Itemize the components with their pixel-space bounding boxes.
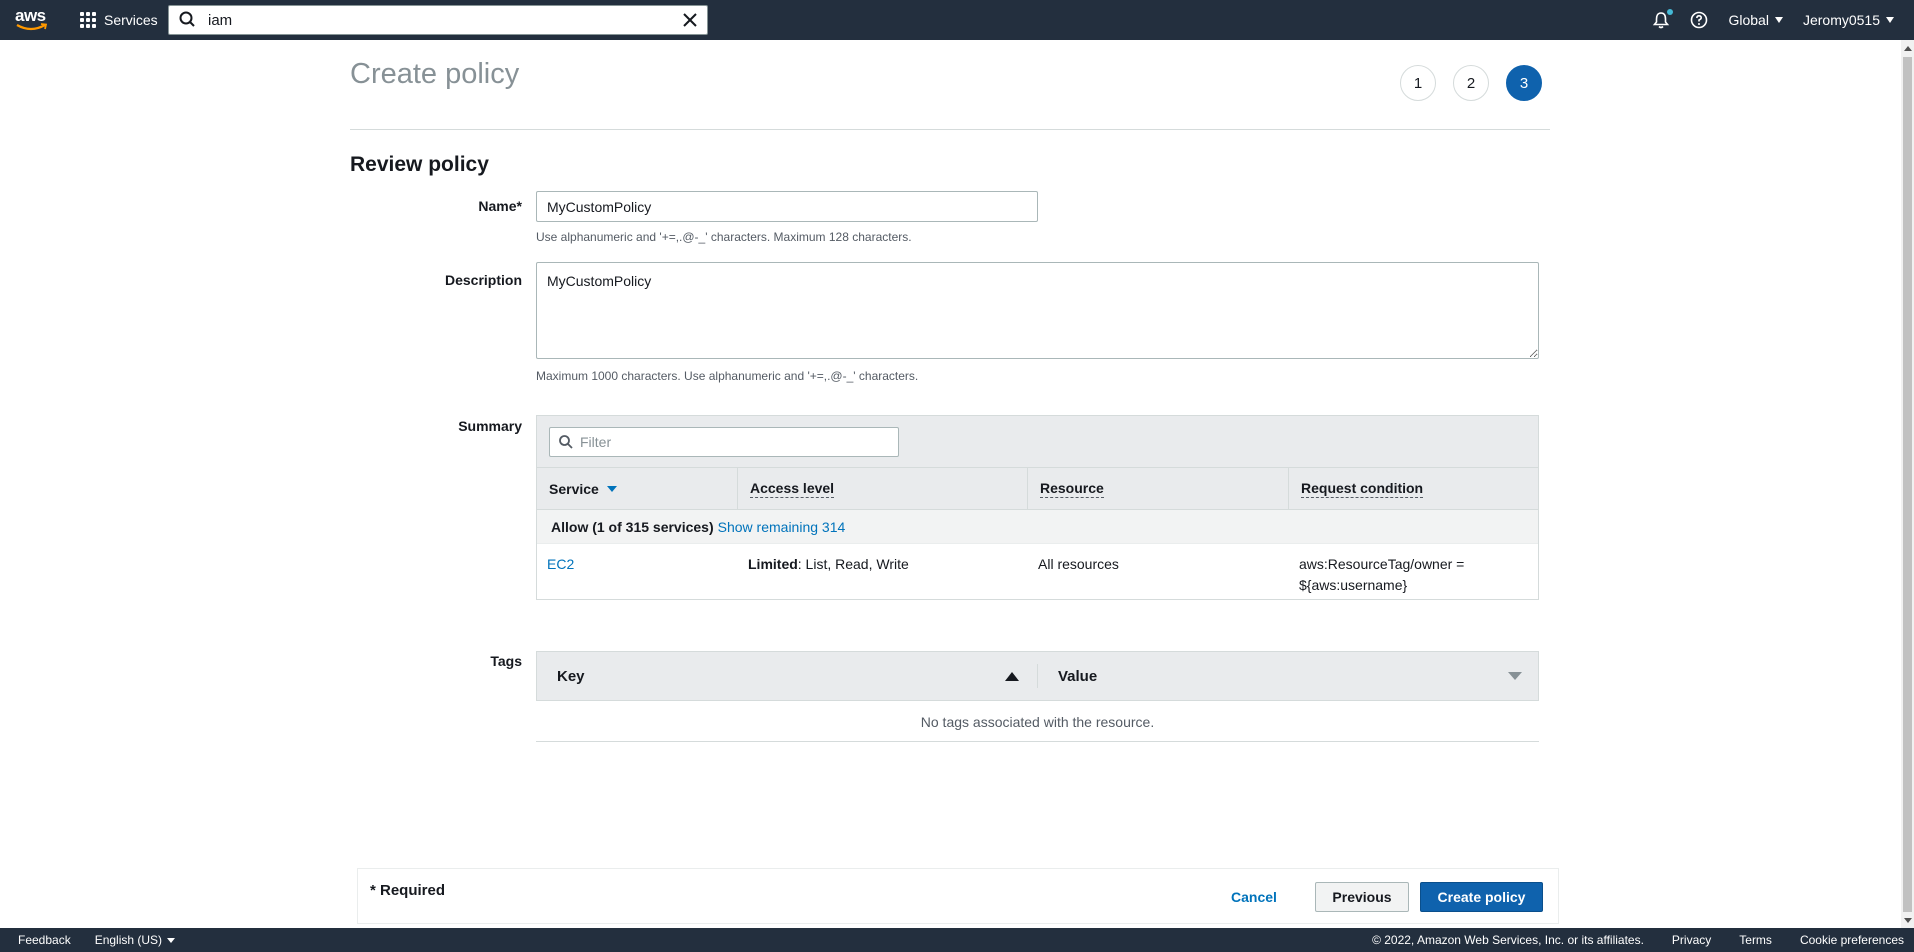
- help-icon: [1691, 11, 1708, 29]
- privacy-link[interactable]: Privacy: [1672, 933, 1711, 947]
- column-header-value-label: Value: [1058, 667, 1098, 685]
- footer-right-links: © 2022, Amazon Web Services, Inc. or its…: [1372, 928, 1914, 952]
- name-label: Name*: [478, 198, 522, 214]
- allow-group-label: Allow (1 of 315 services): [551, 518, 714, 535]
- tags-table-header: Key Value: [536, 651, 1539, 701]
- cancel-button[interactable]: Cancel: [1224, 882, 1284, 912]
- name-hint: Use alphanumeric and '+=,.@-_' character…: [536, 230, 912, 244]
- column-header-request-condition-label: Request condition: [1301, 480, 1424, 498]
- language-selector[interactable]: English (US): [94, 933, 176, 947]
- column-header-resource: Resource: [1028, 468, 1289, 510]
- required-note: * Required: [370, 882, 446, 899]
- summary-filter-input[interactable]: [580, 434, 890, 450]
- column-header-value[interactable]: Value: [1038, 652, 1538, 700]
- account-menu[interactable]: Jeromy0515: [1803, 12, 1894, 28]
- copyright-text: © 2022, Amazon Web Services, Inc. or its…: [1372, 933, 1644, 947]
- search-icon: [179, 11, 195, 27]
- summary-table-header: Service Access level Resource Request co…: [537, 468, 1538, 510]
- cookie-preferences-link[interactable]: Cookie preferences: [1800, 933, 1904, 947]
- footer-bar: Feedback English (US) © 2022, Amazon Web…: [0, 928, 1914, 952]
- allow-group-row: Allow (1 of 315 services) Show remaining…: [537, 510, 1538, 544]
- column-header-service-label: Service: [549, 481, 599, 497]
- sort-descending-icon: [606, 486, 617, 492]
- request-condition-cell: aws:ResourceTag/owner = ${aws:username}: [1289, 554, 1538, 596]
- sort-ascending-icon: [1005, 671, 1019, 681]
- request-condition-line-1: aws:ResourceTag/owner =: [1299, 556, 1465, 572]
- language-label: English (US): [94, 933, 163, 947]
- services-menu-button[interactable]: Services: [80, 0, 158, 40]
- description-hint: Maximum 1000 characters. Use alphanumeri…: [536, 369, 919, 383]
- scrollbar-thumb[interactable]: [1903, 57, 1912, 912]
- access-level-detail: : List, Read, Write: [797, 556, 909, 572]
- show-remaining-link[interactable]: Show remaining 314: [718, 519, 846, 535]
- tags-label: Tags: [490, 653, 522, 669]
- summary-label: Summary: [458, 418, 522, 434]
- region-selector[interactable]: Global: [1728, 12, 1783, 28]
- summary-filter[interactable]: [549, 427, 899, 457]
- notifications-button[interactable]: [1652, 9, 1674, 29]
- column-header-resource-label: Resource: [1040, 480, 1104, 498]
- services-label: Services: [104, 12, 158, 28]
- wizard-steps: 1 2 3: [1400, 65, 1542, 101]
- table-row: EC2 Limited: List, Read, Write All resou…: [537, 544, 1538, 596]
- action-bar: * Required Cancel Previous Create policy: [357, 868, 1559, 924]
- search-icon: [559, 435, 573, 449]
- top-navigation-bar: aws Services iam Global Jeromy0515: [0, 0, 1914, 40]
- aws-logo[interactable]: aws: [15, 6, 49, 34]
- aws-smile-icon: [16, 23, 48, 31]
- step-2[interactable]: 2: [1453, 65, 1489, 101]
- scroll-down-arrow-icon[interactable]: [1904, 918, 1912, 923]
- header-divider: [350, 129, 1550, 130]
- summary-table: Service Access level Resource Request co…: [536, 415, 1539, 600]
- column-header-access-level: Access level: [738, 468, 1028, 510]
- create-policy-button[interactable]: Create policy: [1420, 882, 1543, 912]
- column-header-service[interactable]: Service: [537, 468, 738, 510]
- access-level-cell: Limited: List, Read, Write: [738, 554, 1028, 596]
- previous-button[interactable]: Previous: [1315, 882, 1409, 912]
- service-link-ec2[interactable]: EC2: [547, 556, 574, 572]
- scroll-up-arrow-icon[interactable]: [1904, 46, 1912, 51]
- terms-link[interactable]: Terms: [1739, 933, 1772, 947]
- column-header-key[interactable]: Key: [537, 664, 1038, 688]
- account-label: Jeromy0515: [1802, 12, 1880, 28]
- policy-description-textarea[interactable]: MyCustomPolicy: [536, 262, 1539, 359]
- access-level-bold: Limited: [748, 556, 798, 572]
- section-title: Review policy: [350, 153, 489, 176]
- caret-down-icon: [1774, 17, 1783, 23]
- resource-cell: All resources: [1038, 556, 1119, 572]
- app-grid-icon: [80, 12, 96, 28]
- step-1[interactable]: 1: [1400, 65, 1436, 101]
- summary-toolbar: [537, 416, 1538, 468]
- region-label: Global: [1728, 12, 1769, 28]
- clear-search-icon[interactable]: [681, 11, 699, 29]
- column-header-access-level-label: Access level: [750, 480, 835, 498]
- global-search-input[interactable]: [208, 11, 668, 29]
- caret-down-icon: [1886, 17, 1894, 23]
- description-label: Description: [444, 272, 522, 288]
- page-title: Create policy: [350, 58, 520, 90]
- column-header-key-label: Key: [557, 667, 585, 685]
- page-scrollbar[interactable]: [1901, 40, 1914, 928]
- caret-down-icon: [167, 937, 176, 943]
- notification-dot: [1667, 9, 1674, 15]
- tags-empty-message: No tags associated with the resource.: [920, 713, 1155, 730]
- nav-right-group: Global Jeromy0515: [1652, 0, 1914, 40]
- column-header-request-condition: Request condition: [1289, 468, 1538, 510]
- help-button[interactable]: [1690, 11, 1708, 29]
- request-condition-line-2: ${aws:username}: [1299, 577, 1408, 593]
- sort-descending-icon: [1508, 672, 1522, 680]
- policy-name-input[interactable]: [536, 191, 1038, 222]
- tags-table: Key Value No tags associated with the re…: [536, 651, 1539, 742]
- step-3-active: 3: [1506, 65, 1542, 101]
- global-search-box[interactable]: [168, 5, 708, 35]
- feedback-link[interactable]: Feedback: [18, 933, 71, 947]
